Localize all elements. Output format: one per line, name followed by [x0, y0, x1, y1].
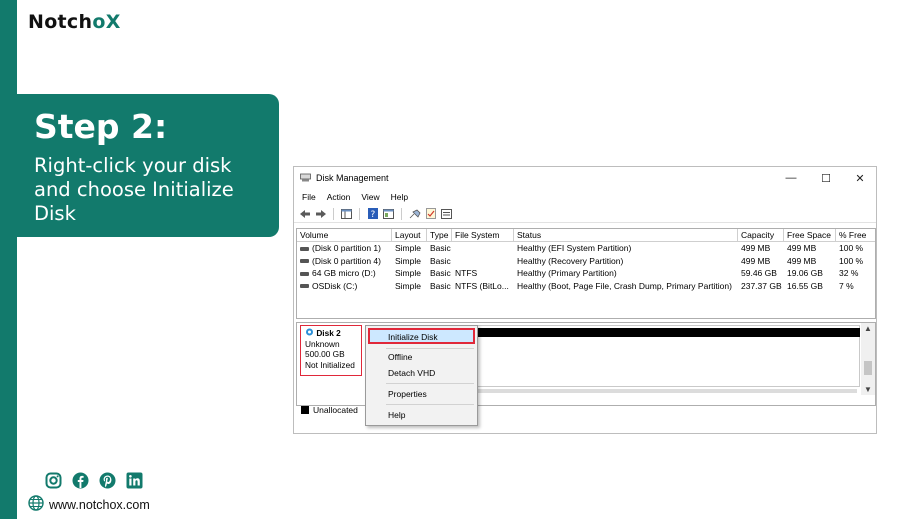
connect-icon[interactable]: [408, 208, 421, 220]
toolbar-separator: [359, 207, 360, 220]
menu-bar: File Action View Help: [294, 189, 876, 205]
volume-icon: [300, 259, 309, 264]
toolbar-separator: [401, 207, 402, 220]
column-volume[interactable]: Volume: [297, 229, 392, 241]
toolbar-separator: [333, 207, 334, 220]
facebook-icon[interactable]: [71, 471, 89, 489]
website-url: www.notchox.com: [49, 497, 150, 512]
unallocated-swatch: [301, 406, 309, 414]
disk-state: Not Initialized: [305, 359, 355, 370]
step-description: Right-click your disk and choose Initial…: [34, 154, 234, 225]
column-file-system[interactable]: File System: [452, 229, 514, 241]
volume-icon: [300, 246, 309, 251]
menu-file[interactable]: File: [302, 192, 316, 202]
disk-unknown-icon: [305, 328, 314, 338]
menu-action[interactable]: Action: [327, 192, 351, 202]
disk-type: Unknown: [305, 338, 340, 349]
disk-name: Disk 2: [316, 328, 341, 338]
window-title: Disk Management: [316, 173, 389, 183]
help-icon[interactable]: ?: [366, 208, 379, 220]
minimize-button[interactable]: —: [775, 167, 807, 189]
column-percent-free[interactable]: % Free: [836, 229, 873, 241]
step-title: Step 2:: [34, 107, 168, 146]
volume-list-header: Volume Layout Type File System Status Ca…: [297, 229, 875, 242]
scroll-thumb[interactable]: [864, 361, 872, 375]
menu-initialize-disk[interactable]: Initialize Disk: [388, 331, 438, 343]
menu-help-item[interactable]: Help: [388, 409, 405, 421]
column-capacity[interactable]: Capacity: [738, 229, 784, 241]
column-type[interactable]: Type: [427, 229, 452, 241]
horizontal-scrollbar[interactable]: [477, 389, 857, 393]
menu-detach-vhd[interactable]: Detach VHD: [388, 367, 435, 379]
toolbar: ?: [294, 205, 876, 223]
pinterest-icon[interactable]: [98, 471, 116, 489]
table-row[interactable]: (Disk 0 partition 1) Simple Basic Health…: [297, 242, 875, 255]
table-row[interactable]: 64 GB micro (D:) Simple Basic NTFS Healt…: [297, 267, 875, 280]
unallocated-space-bar[interactable]: [467, 328, 860, 337]
volume-icon: [300, 284, 309, 289]
svg-text:?: ?: [370, 210, 375, 219]
disk-2-label[interactable]: Disk 2 Unknown 500.00 GB Not Initialized: [300, 325, 362, 376]
social-links: [44, 471, 143, 489]
vertical-scrollbar[interactable]: ▲ ▼: [861, 323, 875, 395]
instagram-icon[interactable]: [44, 471, 62, 489]
menu-separator: [386, 404, 474, 405]
disk-list-icon[interactable]: [440, 208, 453, 220]
step-callout: Step 2: Right-click your disk and choose…: [0, 94, 279, 237]
menu-separator: [386, 348, 474, 349]
scroll-up-icon[interactable]: ▲: [864, 324, 872, 333]
legend-unallocated: Unallocated: [313, 405, 358, 415]
menu-offline[interactable]: Offline: [388, 351, 412, 363]
menu-view[interactable]: View: [361, 192, 379, 202]
volume-icon: [300, 271, 309, 276]
menu-separator: [386, 383, 474, 384]
close-button[interactable]: ✕: [844, 167, 876, 189]
back-icon[interactable]: [298, 208, 311, 220]
column-status[interactable]: Status: [514, 229, 738, 241]
column-layout[interactable]: Layout: [392, 229, 427, 241]
forward-icon[interactable]: [314, 208, 327, 220]
legend: Unallocated: [301, 405, 358, 415]
table-row[interactable]: (Disk 0 partition 4) Simple Basic Health…: [297, 255, 875, 268]
menu-help[interactable]: Help: [391, 192, 408, 202]
left-accent-band: [0, 0, 17, 519]
console-tree-icon[interactable]: [340, 208, 353, 220]
scroll-down-icon[interactable]: ▼: [864, 385, 872, 394]
disk-management-icon: [300, 173, 311, 184]
column-free-space[interactable]: Free Space: [784, 229, 836, 241]
maximize-button[interactable]: ☐: [810, 167, 842, 189]
checklist-icon[interactable]: [424, 208, 437, 220]
volume-list: Volume Layout Type File System Status Ca…: [296, 228, 876, 319]
website-link[interactable]: www.notchox.com: [28, 495, 150, 514]
disk-size: 500.00 GB: [305, 349, 345, 359]
linkedin-icon[interactable]: [125, 471, 143, 489]
globe-icon: [28, 495, 44, 514]
notchox-logo: NotchoX: [28, 11, 121, 33]
window-titlebar: Disk Management — ☐ ✕: [294, 167, 876, 189]
context-menu: Initialize Disk Offline Detach VHD Prope…: [365, 325, 478, 426]
properties-icon[interactable]: [382, 208, 395, 220]
table-row[interactable]: OSDisk (C:) Simple Basic NTFS (BitLo... …: [297, 280, 875, 293]
menu-properties[interactable]: Properties: [388, 388, 427, 400]
